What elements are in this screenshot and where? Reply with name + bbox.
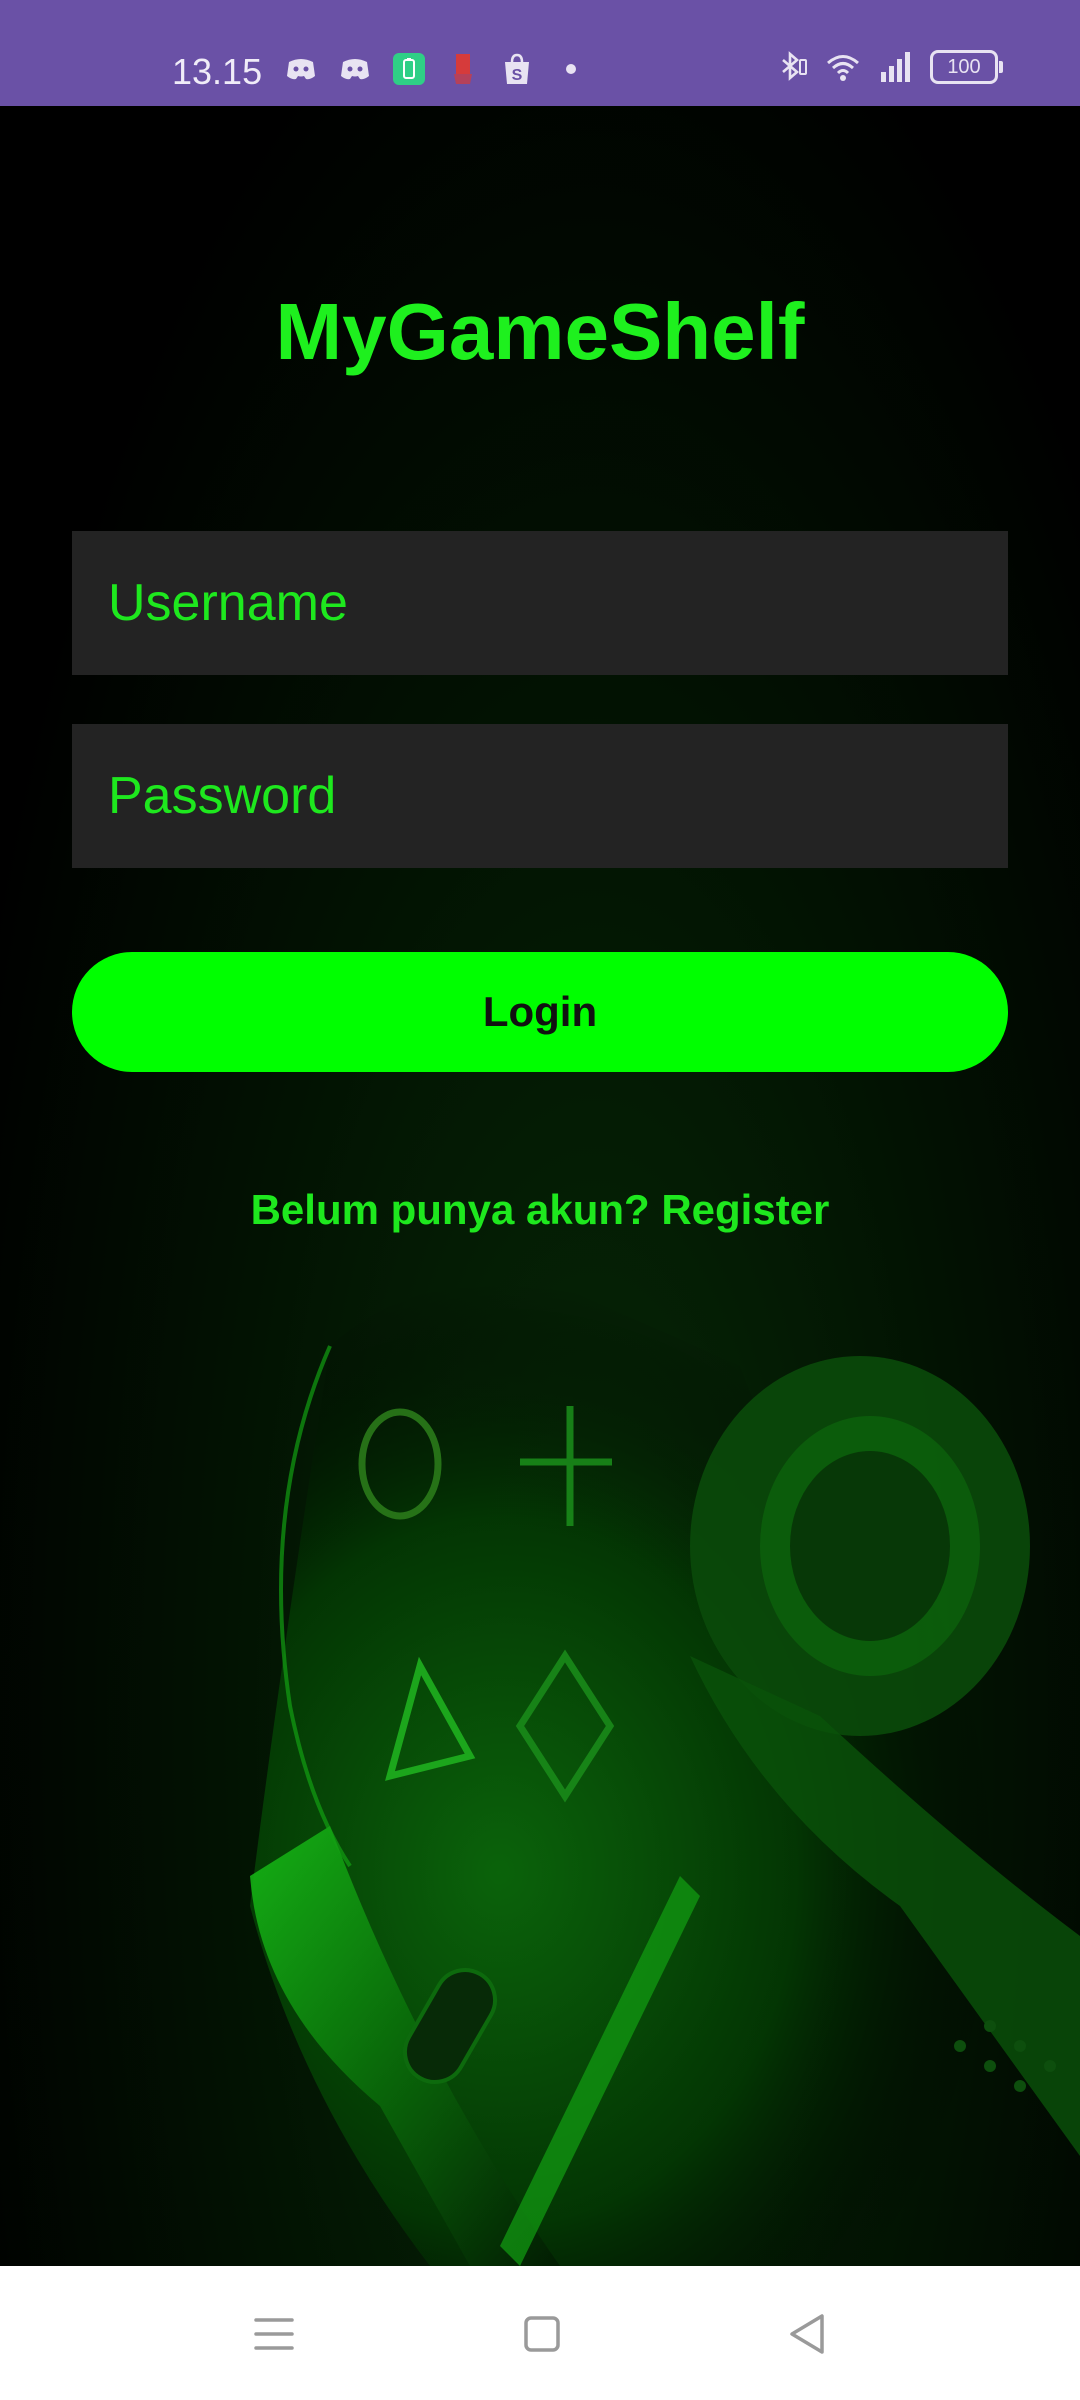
login-screen: MyGameShelf Login Belum punya akun? Regi…: [0, 106, 1080, 2266]
discord-icon: [341, 59, 369, 80]
notification-icon: [454, 54, 472, 84]
status-system-icons: 100: [774, 50, 1003, 84]
home-icon[interactable]: [510, 2302, 574, 2366]
wifi-icon: [827, 55, 859, 81]
register-link[interactable]: Belum punya akun? Register: [0, 1180, 1080, 1240]
status-time: 13.15: [172, 51, 263, 92]
shopee-icon: S: [505, 53, 529, 84]
screen: 13.15 S 100 MyGameShelf Username Login B…: [0, 0, 1080, 2400]
signal-icon: [881, 52, 910, 82]
battery-saver-icon: [393, 53, 425, 85]
back-icon[interactable]: [776, 2302, 840, 2366]
battery-icon: 100: [930, 50, 1003, 84]
status-notification-icons: S: [284, 52, 588, 86]
login-button[interactable]: Login: [72, 952, 1008, 1072]
password-field[interactable]: [72, 724, 1008, 868]
bluetooth-icon: [782, 51, 807, 81]
svg-text:S: S: [512, 67, 523, 84]
dot-icon: [566, 64, 576, 74]
menu-icon[interactable]: [242, 2302, 306, 2366]
status-bar: 13.15 S 100: [0, 0, 1080, 106]
app-title: MyGameShelf: [275, 287, 805, 376]
discord-icon: [287, 59, 315, 80]
username-field[interactable]: [72, 531, 1008, 675]
navigation-bar: [0, 2266, 1080, 2400]
